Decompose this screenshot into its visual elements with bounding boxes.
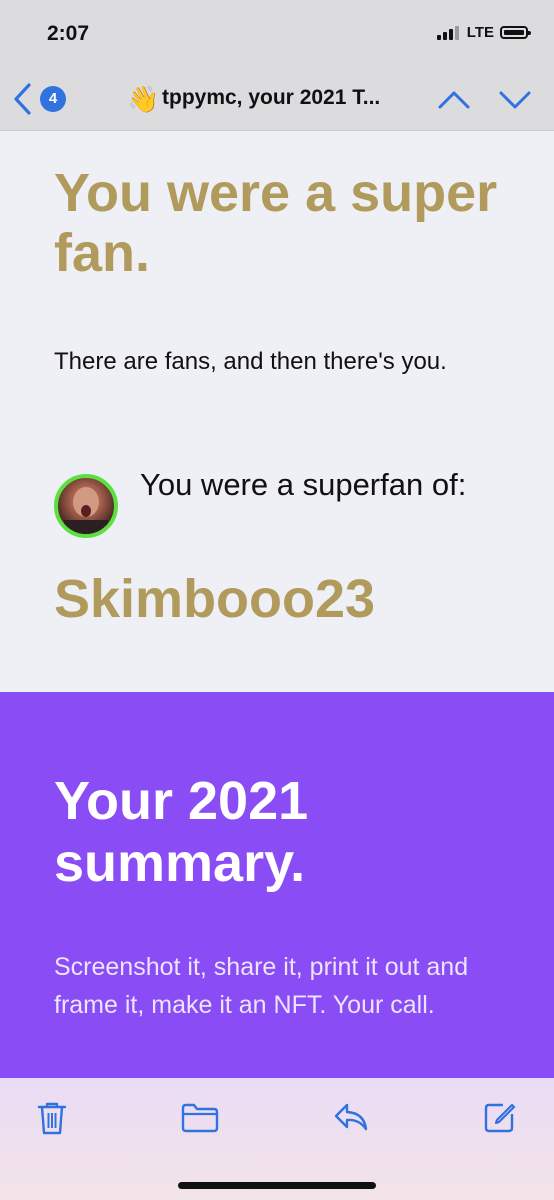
status-time: 2:07 [47, 22, 90, 45]
superfan-name: Skimbooo23 [54, 569, 376, 629]
status-indicators: LTE [436, 24, 531, 41]
waving-hand-icon: 👋 [127, 84, 160, 114]
avatar-photo [64, 487, 108, 534]
folder-icon [181, 1103, 219, 1133]
back-button[interactable]: 4 [12, 82, 66, 116]
compose-icon [484, 1103, 516, 1133]
reply-icon [334, 1103, 368, 1131]
mail-subject: tppymc, your 2021 T... [162, 86, 381, 109]
reply-button[interactable] [333, 1102, 369, 1137]
chevron-down-icon [499, 91, 531, 109]
next-message-button[interactable] [498, 84, 532, 119]
home-indicator[interactable] [178, 1182, 376, 1189]
status-bar: 2:07 LTE [0, 0, 554, 72]
superfan-label: You were a superfan of: [140, 467, 467, 502]
fan-tagline: There are fans, and then there's you. [54, 348, 447, 375]
previous-message-button[interactable] [437, 84, 471, 119]
unread-count-badge: 4 [40, 86, 66, 112]
avatar [54, 474, 118, 538]
fan-headline: You were a super fan. [54, 163, 498, 283]
trash-icon [37, 1102, 67, 1135]
compose-button[interactable] [483, 1100, 517, 1139]
move-to-folder-button[interactable] [181, 1103, 219, 1138]
summary-title: Your 2021 summary. [54, 771, 309, 893]
trash-button[interactable] [36, 1100, 68, 1141]
summary-text: Screenshot it, share it, print it out an… [54, 953, 469, 1019]
mail-nav-bar: 4 👋 tppymc, your 2021 T... [0, 72, 554, 131]
chevron-up-icon [438, 91, 470, 109]
signal-icon [436, 25, 461, 40]
chevron-left-icon [14, 83, 31, 115]
battery-icon [500, 26, 531, 39]
network-label: LTE [466, 24, 494, 41]
